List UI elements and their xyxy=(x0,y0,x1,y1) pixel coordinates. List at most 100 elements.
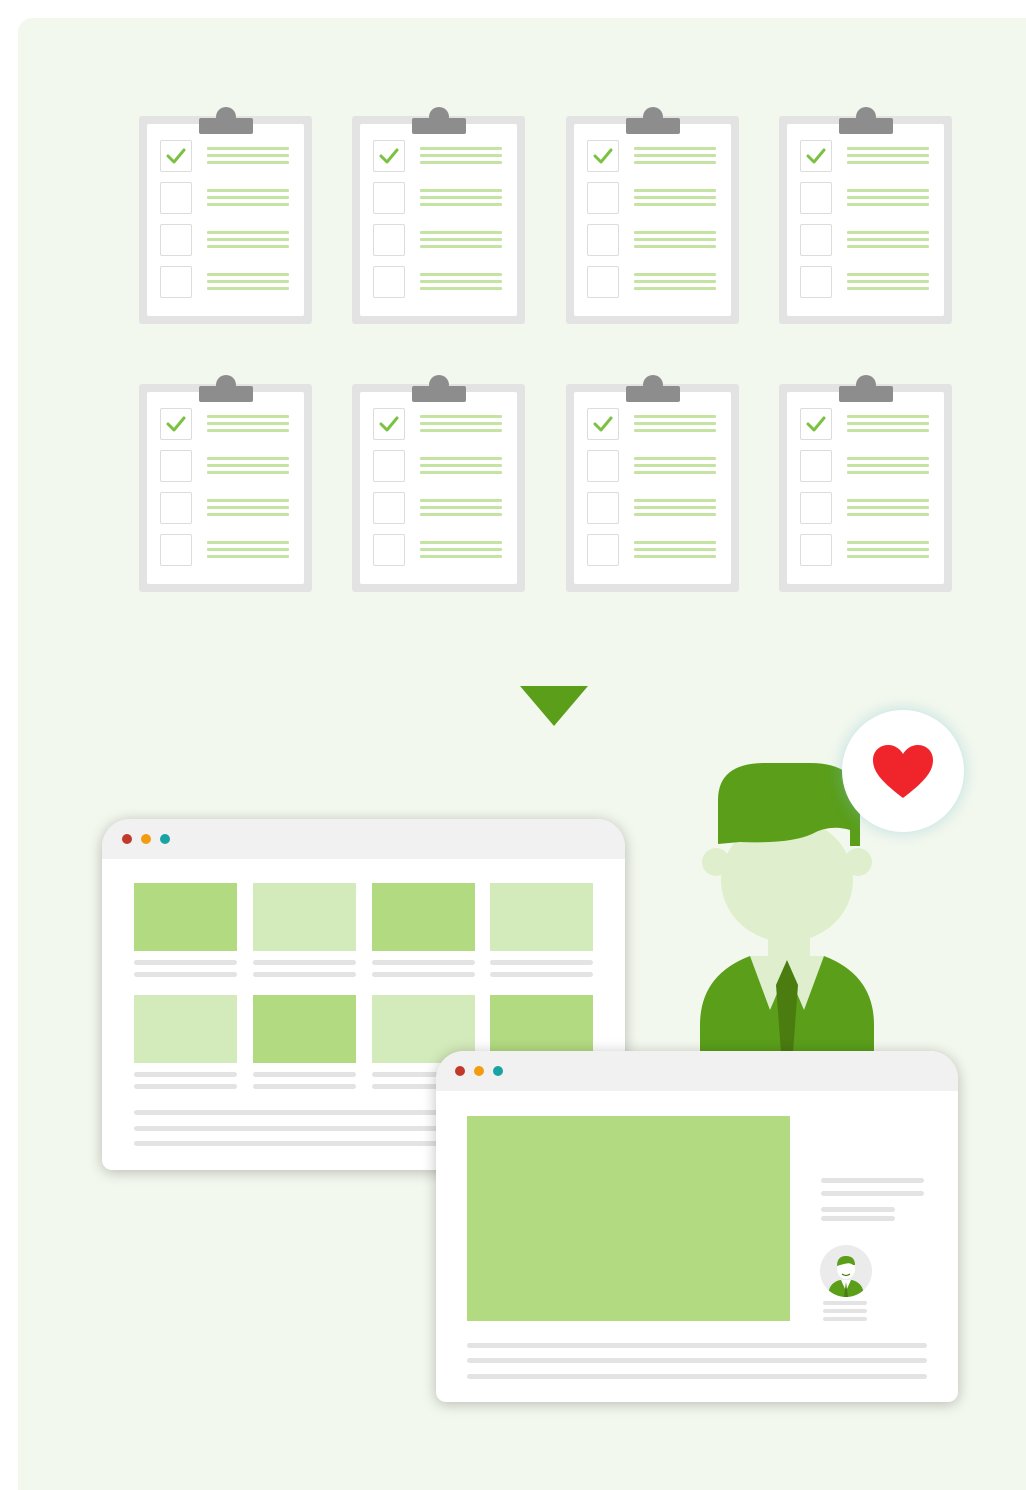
text-line xyxy=(207,506,289,509)
checkbox xyxy=(800,266,832,298)
text-line xyxy=(634,506,716,509)
checklist-row xyxy=(373,450,503,484)
checklist-row xyxy=(373,224,503,258)
browser-window-detail xyxy=(436,1051,958,1402)
checkbox xyxy=(160,266,192,298)
text-line xyxy=(420,154,502,157)
checkbox xyxy=(160,182,192,214)
text-line xyxy=(847,457,929,460)
text-line xyxy=(420,555,502,558)
text-line xyxy=(634,287,716,290)
text-line xyxy=(207,161,289,164)
text-line xyxy=(207,471,289,474)
speech-bubble xyxy=(842,710,964,832)
checklist-row xyxy=(373,182,503,216)
text-line xyxy=(207,231,289,234)
thumbnail xyxy=(253,883,356,951)
text-line xyxy=(847,273,929,276)
text-line xyxy=(847,203,929,206)
text-line xyxy=(467,1374,927,1379)
caption-line xyxy=(134,960,237,965)
text-line xyxy=(847,464,929,467)
text-line xyxy=(634,555,716,558)
text-line xyxy=(847,422,929,425)
text-line xyxy=(420,457,502,460)
checkbox xyxy=(587,534,619,566)
caption-line xyxy=(490,972,593,977)
caption-line xyxy=(253,1084,356,1089)
text-line xyxy=(634,457,716,460)
text-line xyxy=(847,245,929,248)
checkbox xyxy=(587,266,619,298)
checklist-row xyxy=(800,224,930,258)
checkbox xyxy=(373,182,405,214)
thumbnail xyxy=(134,995,237,1063)
checkbox xyxy=(373,450,405,482)
text-line xyxy=(847,147,929,150)
text-line xyxy=(420,245,502,248)
checkbox xyxy=(800,408,832,440)
checkbox xyxy=(373,408,405,440)
down-arrow-icon xyxy=(520,686,588,726)
text-line xyxy=(847,499,929,502)
text-line xyxy=(634,196,716,199)
checkbox xyxy=(800,450,832,482)
text-line xyxy=(847,548,929,551)
thumbnail xyxy=(134,883,237,951)
checkbox xyxy=(160,450,192,482)
minimize-dot-icon xyxy=(141,834,151,844)
text-line xyxy=(634,203,716,206)
caption-line xyxy=(490,960,593,965)
text-line xyxy=(207,499,289,502)
text-line xyxy=(823,1317,867,1321)
browser-titlebar xyxy=(102,819,625,859)
text-line xyxy=(847,189,929,192)
text-line xyxy=(420,548,502,551)
text-line xyxy=(634,154,716,157)
checklist-row xyxy=(373,140,503,174)
text-line xyxy=(420,189,502,192)
checkbox xyxy=(373,140,405,172)
text-line xyxy=(634,429,716,432)
checkbox xyxy=(373,492,405,524)
text-line xyxy=(207,541,289,544)
checklist-row xyxy=(160,492,290,526)
text-line xyxy=(207,196,289,199)
text-line xyxy=(207,154,289,157)
text-line xyxy=(634,273,716,276)
avatar-icon xyxy=(820,1245,872,1297)
text-line xyxy=(207,555,289,558)
clipboard-icon xyxy=(352,107,525,324)
text-line xyxy=(847,231,929,234)
text-line xyxy=(847,287,929,290)
checkbox xyxy=(800,182,832,214)
checklist-row xyxy=(800,140,930,174)
checklist-row xyxy=(373,492,503,526)
checklist-row xyxy=(160,408,290,442)
checkbox xyxy=(160,534,192,566)
checklist-row xyxy=(587,182,717,216)
text-line xyxy=(420,196,502,199)
text-line xyxy=(467,1343,927,1348)
text-line xyxy=(634,161,716,164)
text-line xyxy=(420,464,502,467)
text-line xyxy=(420,415,502,418)
text-line xyxy=(207,189,289,192)
checklist-row xyxy=(587,140,717,174)
caption-line xyxy=(134,1084,237,1089)
checklist-row xyxy=(160,266,290,300)
text-line xyxy=(634,541,716,544)
text-line xyxy=(420,280,502,283)
clipboard-icon xyxy=(779,107,952,324)
caption-line xyxy=(134,1072,237,1077)
checklist-row xyxy=(587,450,717,484)
checklist-row xyxy=(587,408,717,442)
checklist-row xyxy=(587,224,717,258)
checklist-row xyxy=(160,182,290,216)
checklist-row xyxy=(160,534,290,568)
text-line xyxy=(420,541,502,544)
checklist-row xyxy=(373,534,503,568)
text-line xyxy=(467,1358,927,1363)
checkbox xyxy=(800,492,832,524)
text-line xyxy=(821,1216,895,1221)
